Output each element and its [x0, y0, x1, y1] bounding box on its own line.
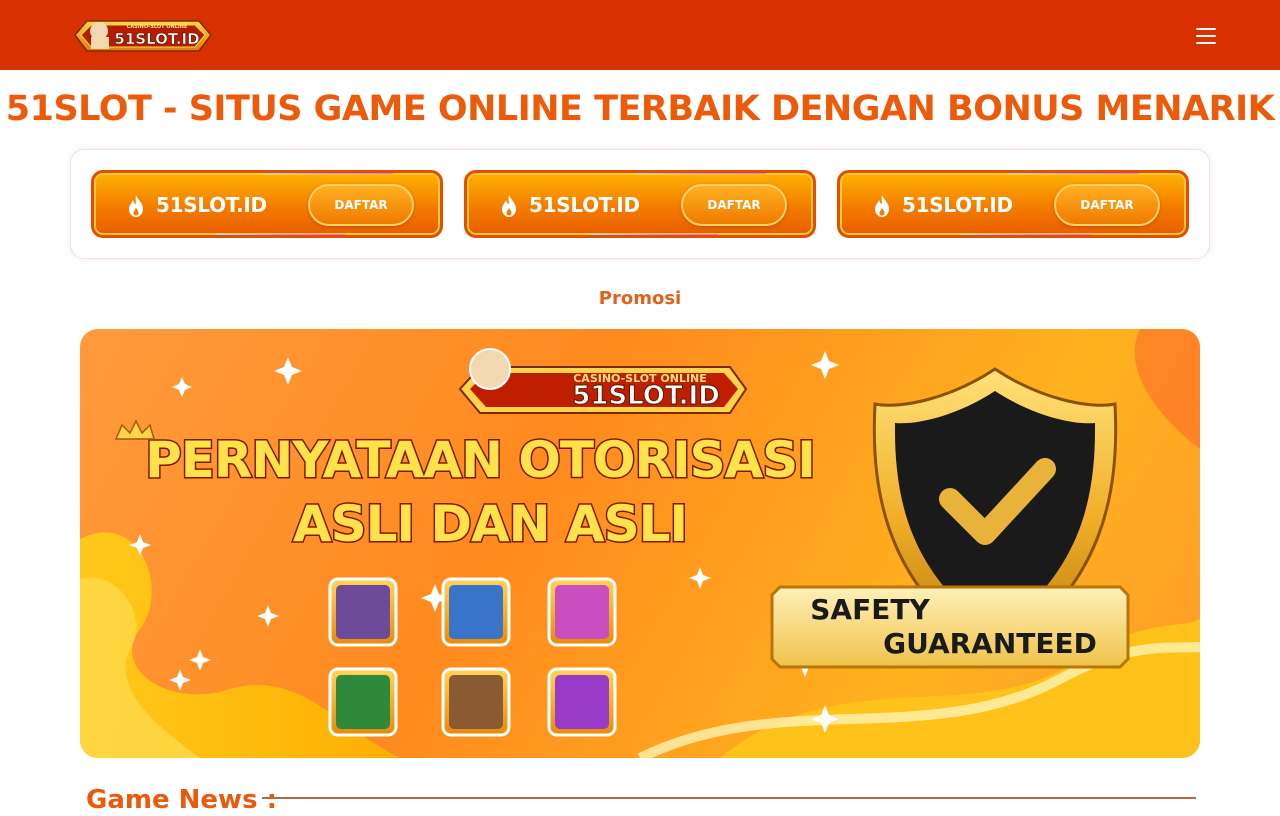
promo-banner-art: CASINO-SLOT ONLINE 51SLOT.ID PERNYATAAN …	[80, 329, 1200, 758]
fire-icon	[875, 195, 889, 217]
promo-section-title: Promosi	[598, 288, 682, 309]
news-divider	[262, 797, 1196, 799]
fire-icon	[129, 195, 143, 217]
badge-safety: SAFETY	[810, 593, 930, 626]
banner-headline-2: ASLI DAN ASLI	[293, 495, 687, 553]
link-card-1[interactable]: 51SLOT.ID DAFTAR	[91, 170, 443, 238]
site-name: 51SLOT.ID	[902, 193, 1013, 217]
decor-stripe	[635, 173, 769, 174]
link-card-2[interactable]: 51SLOT.ID DAFTAR	[464, 170, 816, 238]
svg-text:51SLOT.ID: 51SLOT.ID	[572, 381, 720, 411]
site-name: 51SLOT.ID	[156, 193, 267, 217]
link-card-3[interactable]: 51SLOT.ID DAFTAR	[837, 170, 1189, 238]
page-title: 51SLOT - SITUS GAME ONLINE TERBAIK DENGA…	[5, 89, 1275, 129]
game-thumbnails	[328, 577, 617, 737]
top-navbar: CASINO-SLOT ONLINE 51SLOT.ID	[0, 0, 1280, 70]
register-button[interactable]: DAFTAR	[1054, 184, 1160, 226]
promo-banner[interactable]: CASINO-SLOT ONLINE 51SLOT.ID PERNYATAAN …	[80, 329, 1200, 758]
fire-icon	[502, 195, 516, 217]
banner-headline-1: PERNYATAAN OTORISASI	[145, 431, 815, 489]
register-button[interactable]: DAFTAR	[681, 184, 787, 226]
decor-stripe	[262, 173, 396, 174]
decor-stripe	[958, 234, 1092, 235]
decor-stripe	[212, 234, 346, 235]
site-logo[interactable]: CASINO-SLOT ONLINE 51SLOT.ID	[69, 11, 217, 57]
hamburger-menu-icon[interactable]	[1192, 24, 1220, 48]
logo-text: 51SLOT.ID	[114, 30, 199, 48]
decor-stripe	[585, 234, 719, 235]
register-button[interactable]: DAFTAR	[308, 184, 414, 226]
news-section-title: Game News :	[86, 785, 278, 815]
site-name: 51SLOT.ID	[529, 193, 640, 217]
decor-stripe	[1008, 173, 1142, 174]
badge-guaranteed: GUARANTEED	[883, 627, 1097, 660]
